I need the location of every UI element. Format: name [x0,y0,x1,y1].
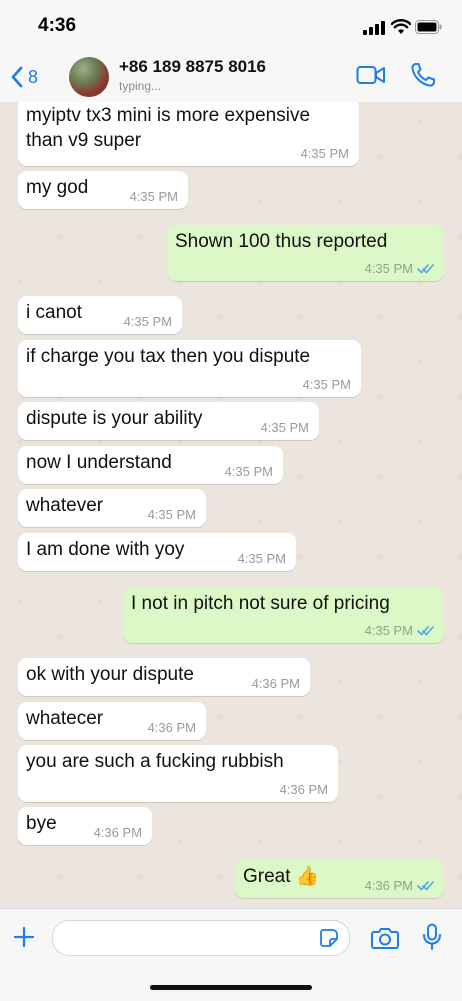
message-bubble-10[interactable]: I not in pitch not sure of pricing 4:35 … [123,587,444,643]
sticker-icon[interactable] [319,928,339,948]
double-check-icon [417,881,434,891]
message-time: 4:35 PM [300,146,349,161]
message-bubble-11[interactable]: ok with your dispute 4:36 PM [18,658,310,696]
message-time: 4:35 PM [260,420,309,435]
phone-call-icon[interactable] [410,62,436,88]
message-bubble-3[interactable]: Shown 100 thus reported 4:35 PM [167,225,444,281]
status-time: 4:36 [38,15,77,36]
microphone-icon[interactable] [422,923,442,951]
video-call-icon[interactable] [356,64,386,86]
message-text: than v9 super [26,130,142,151]
unread-count: 8 [28,66,39,87]
battery-icon [415,20,442,34]
message-text: now I understand [26,452,172,473]
message-bubble-1[interactable]: myiptv tx3 mini is more expensive than v… [18,102,359,166]
message-time: 4:35 PM [129,189,178,204]
message-input[interactable] [52,920,350,956]
double-check-icon [417,626,434,636]
message-text: i canot [26,302,82,323]
message-time: 4:35 PM [302,377,351,392]
signal-icon [363,21,385,35]
message-bubble-4[interactable]: i canot 4:35 PM [18,296,182,334]
message-text: whatever [26,495,104,516]
message-time: 4:36 PM [279,782,328,797]
message-time: 4:35 PM [224,464,273,479]
message-bubble-5[interactable]: if charge you tax then you dispute 4:35 … [18,340,361,397]
message-time: 4:35 PM [364,261,413,276]
message-text: ok with your dispute [26,664,194,685]
message-text: myiptv tx3 mini is more expensive [26,105,311,126]
message-bubble-8[interactable]: whatever 4:35 PM [18,489,206,527]
message-text: you are such a fucking rubbish [26,751,284,772]
plus-icon[interactable] [12,925,36,949]
message-text: dispute is your ability [26,408,203,429]
message-time: 4:36 PM [251,676,300,691]
double-check-icon [417,264,434,274]
contact-status: typing... [119,79,162,93]
message-text: if charge you tax then you dispute [26,346,311,367]
camera-icon[interactable] [371,926,399,950]
chat-header: 8 +86 189 8875 8016 typing... [0,52,462,103]
message-bubble-2[interactable]: my god 4:35 PM [18,171,188,209]
message-list[interactable]: myiptv tx3 mini is more expensive than v… [0,102,462,908]
message-text: I not in pitch not sure of pricing [131,593,390,614]
message-time: 4:35 PM [147,507,196,522]
back-button[interactable]: 8 [10,62,38,92]
message-text: I am done with yoy [26,539,185,560]
message-text: whatecer [26,708,104,729]
composer-bar [0,908,462,1001]
wifi-icon [391,19,411,34]
message-time: 4:35 PM [237,551,286,566]
message-text: Shown 100 thus reported [175,231,388,252]
message-bubble-15[interactable]: Great 👍 4:36 PM [235,860,444,898]
message-bubble-13[interactable]: you are such a fucking rubbish 4:36 PM [18,745,338,802]
message-bubble-14[interactable]: bye 4:36 PM [18,807,152,845]
message-time: 4:35 PM [364,623,413,638]
message-text: my god [26,177,89,198]
message-text: Great 👍 [243,866,320,887]
message-time: 4:36 PM [147,720,196,735]
home-indicator [150,985,312,990]
avatar[interactable] [69,57,109,97]
message-time: 4:36 PM [364,878,413,893]
message-bubble-6[interactable]: dispute is your ability 4:35 PM [18,402,319,440]
contact-name[interactable]: +86 189 8875 8016 [119,57,266,77]
message-bubble-12[interactable]: whatecer 4:36 PM [18,702,206,740]
message-bubble-7[interactable]: now I understand 4:35 PM [18,446,283,484]
message-bubble-9[interactable]: I am done with yoy 4:35 PM [18,533,296,571]
message-time: 4:35 PM [123,314,172,329]
back-chevron-icon [11,66,23,88]
message-time: 4:36 PM [93,825,142,840]
message-text: bye [26,813,57,834]
status-bar: 4:36 [0,0,462,52]
